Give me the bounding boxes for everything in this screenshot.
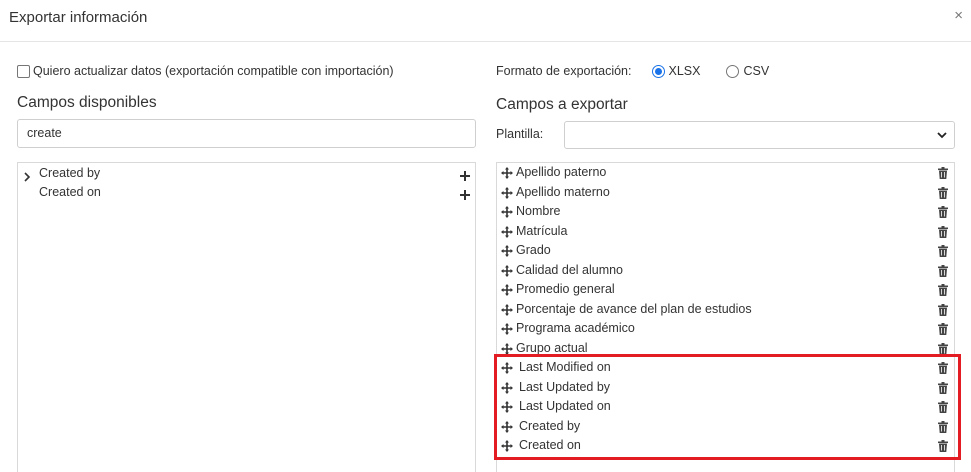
list-item-label: Apellido paterno bbox=[516, 165, 607, 179]
template-select[interactable] bbox=[564, 121, 955, 149]
list-item-label: Matrícula bbox=[516, 223, 568, 238]
fields-search-input[interactable]: create bbox=[17, 119, 476, 148]
list-item[interactable]: Porcentaje de avance del plan de estudio… bbox=[501, 300, 952, 320]
list-item-label: Programa académico bbox=[516, 321, 635, 335]
format-option-csv[interactable]: CSV bbox=[726, 64, 769, 78]
radio-csv-label: CSV bbox=[743, 64, 770, 78]
radio-csv[interactable] bbox=[726, 64, 740, 78]
list-item-label: Nombre bbox=[516, 204, 561, 218]
list-item-label: Calidad del alumno bbox=[516, 262, 624, 277]
list-item[interactable]: Matrícula bbox=[501, 222, 952, 242]
list-item-label: Promedio general bbox=[516, 282, 615, 296]
export-format-group: Formato de exportación: XLSX CSV bbox=[496, 64, 795, 78]
list-item-label: Created by bbox=[39, 166, 101, 180]
list-item[interactable]: Apellido paterno bbox=[501, 163, 952, 183]
list-item[interactable]: Calidad del alumno bbox=[501, 261, 952, 281]
update-data-option[interactable]: Quiero actualizar datos (exportación com… bbox=[17, 64, 394, 78]
available-fields-title: Campos disponibles bbox=[17, 94, 157, 111]
export-format-label: Formato de exportación: bbox=[496, 64, 632, 78]
list-item[interactable]: Apellido materno bbox=[501, 183, 952, 203]
add-icon[interactable] bbox=[460, 186, 470, 206]
template-label: Plantilla: bbox=[496, 127, 544, 141]
chevron-down-icon bbox=[936, 128, 948, 146]
available-fields-list: Created by Created on bbox=[17, 162, 476, 472]
list-item-label: Grado bbox=[516, 243, 551, 257]
dialog-header: Exportar información × bbox=[0, 0, 971, 42]
list-item[interactable]: Promedio general bbox=[501, 280, 952, 300]
close-icon[interactable]: × bbox=[954, 7, 963, 24]
list-item[interactable]: Created on bbox=[23, 182, 470, 202]
update-data-checkbox[interactable] bbox=[17, 64, 30, 78]
radio-xlsx-label: XLSX bbox=[668, 64, 701, 78]
list-item[interactable]: Nombre bbox=[501, 202, 952, 222]
list-item[interactable]: Programa académico bbox=[501, 319, 952, 339]
highlight-box bbox=[494, 354, 961, 460]
list-item-label: Porcentaje de avance del plan de estudio… bbox=[516, 301, 752, 316]
list-item[interactable]: Grado bbox=[501, 241, 952, 261]
format-option-xlsx[interactable]: XLSX bbox=[651, 64, 701, 78]
radio-xlsx[interactable] bbox=[651, 64, 665, 78]
dialog-title: Exportar información bbox=[9, 9, 148, 26]
list-item-label: Created on bbox=[39, 185, 101, 199]
export-fields-title: Campos a exportar bbox=[496, 96, 628, 113]
list-item-label: Apellido materno bbox=[516, 184, 610, 199]
list-item[interactable]: Created by bbox=[23, 163, 470, 183]
update-data-label: Quiero actualizar datos (exportación com… bbox=[33, 64, 394, 78]
